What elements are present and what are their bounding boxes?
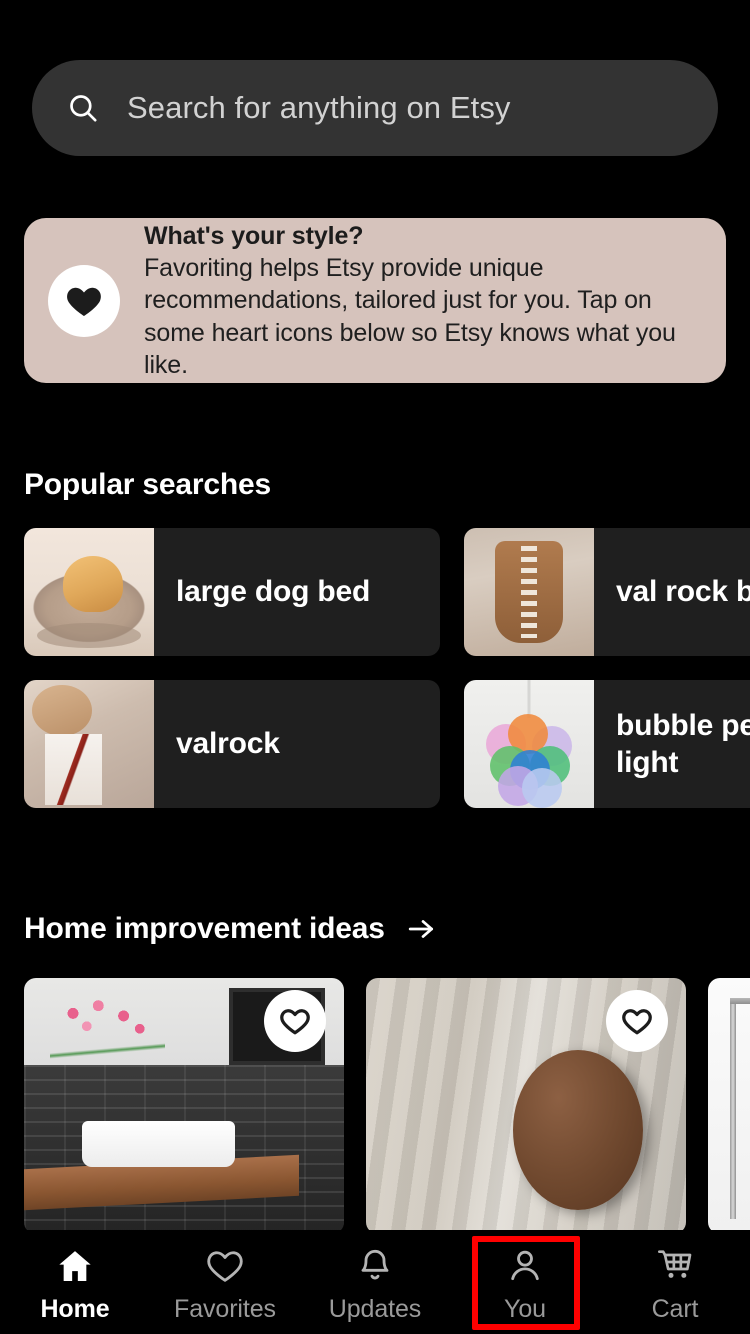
banner-heart-badge — [48, 264, 120, 337]
nav-item-home[interactable]: Home — [0, 1230, 150, 1334]
popular-search-card-bubble-pendant-light[interactable]: bubble pe light — [464, 680, 750, 808]
nav-item-favorites[interactable]: Favorites — [150, 1230, 300, 1334]
popular-search-label: large dog bed — [176, 575, 371, 609]
nav-label-cart: Cart — [651, 1295, 699, 1323]
thumbnail-valrock — [24, 680, 154, 808]
thumbnail-bubble-light — [464, 680, 594, 808]
nav-label-you: You — [504, 1295, 546, 1323]
idea-card-bathroom[interactable] — [24, 978, 344, 1234]
favorite-button[interactable] — [606, 990, 668, 1052]
home-icon — [59, 1251, 91, 1281]
popular-search-card-val-rock[interactable]: val rock b — [464, 528, 750, 656]
banner-text-block: What's your style? Favoriting helps Etsy… — [144, 220, 706, 381]
nav-item-updates[interactable]: Updates — [300, 1230, 450, 1334]
search-input[interactable]: Search for anything on Etsy — [127, 90, 511, 126]
app-screen: Search for anything on Etsy What's your … — [0, 0, 750, 1334]
home-improvement-title: Home improvement ideas — [24, 912, 385, 945]
nav-label-updates: Updates — [328, 1295, 422, 1323]
popular-searches-grid: large dog bed val rock b valrock bubble … — [24, 528, 750, 808]
search-icon — [70, 95, 97, 122]
style-banner[interactable]: What's your style? Favoriting helps Etsy… — [24, 218, 726, 383]
popular-searches-title: Popular searches — [24, 468, 271, 501]
bottom-navigation-bar: Home Favorites Updates You Cart — [0, 1230, 750, 1334]
thumbnail-corset — [464, 528, 594, 656]
nav-label-favorites: Favorites — [174, 1295, 276, 1323]
home-improvement-header[interactable]: Home improvement ideas — [24, 912, 437, 946]
banner-body: Favoriting helps Etsy provide unique rec… — [144, 254, 676, 379]
search-bar[interactable]: Search for anything on Etsy — [32, 60, 718, 156]
nav-item-cart[interactable]: Cart — [600, 1230, 750, 1334]
popular-search-label: val rock b — [616, 575, 750, 609]
nav-item-you[interactable]: You — [450, 1230, 600, 1334]
heart-outline-icon — [280, 1009, 310, 1035]
heart-outline-icon — [207, 1251, 243, 1282]
home-improvement-carousel[interactable] — [24, 978, 750, 1234]
person-icon — [511, 1250, 539, 1281]
thumbnail-dog-bed — [24, 528, 154, 656]
arrow-right-icon[interactable] — [407, 916, 437, 942]
search-bar-container[interactable]: Search for anything on Etsy — [32, 60, 718, 156]
favorite-button[interactable] — [264, 990, 326, 1052]
nav-label-home: Home — [40, 1295, 110, 1323]
popular-search-label: valrock — [176, 727, 280, 761]
banner-title: What's your style? — [144, 222, 364, 250]
popular-search-label: bubble pe light — [616, 708, 750, 780]
cart-icon — [658, 1250, 692, 1278]
heart-outline-icon — [622, 1009, 652, 1035]
heart-filled-icon — [67, 287, 101, 316]
idea-card-metal-rod[interactable] — [708, 978, 750, 1234]
idea-card-curtain-tieback[interactable] — [366, 978, 686, 1234]
popular-search-card-large-dog-bed[interactable]: large dog bed — [24, 528, 440, 656]
bell-icon — [361, 1249, 389, 1280]
popular-search-card-valrock[interactable]: valrock — [24, 680, 440, 808]
